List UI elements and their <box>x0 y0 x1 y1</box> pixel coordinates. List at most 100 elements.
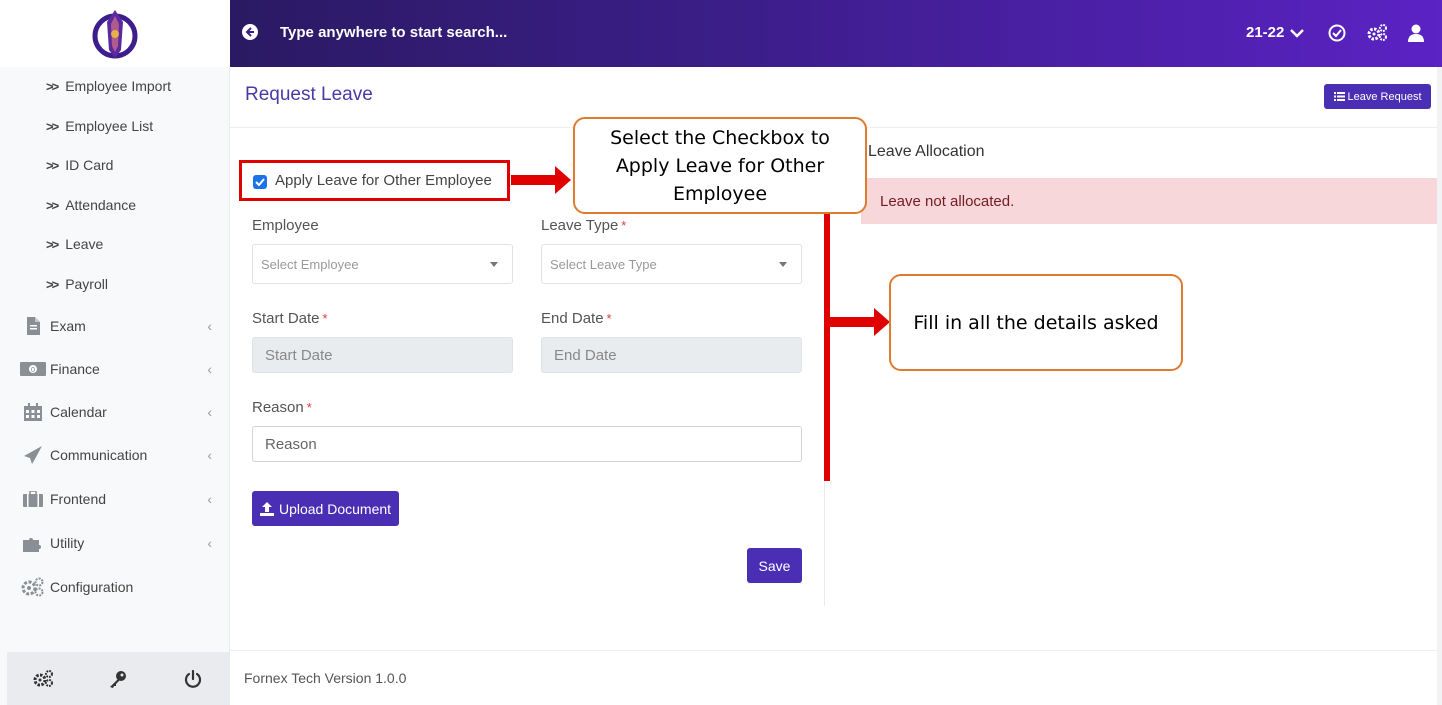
sidebar-item-label: Payroll <box>65 276 108 292</box>
checkmark-icon <box>255 178 265 186</box>
leave-allocation-title: Leave Allocation <box>868 143 985 160</box>
annotation-callout-details: Fill in all the details asked <box>889 274 1183 371</box>
footer-version: Fornex Tech Version 1.0.0 <box>244 670 407 686</box>
back-arrow-icon[interactable] <box>242 24 258 40</box>
annotation-arrow-shaft <box>511 175 555 185</box>
leave-type-label: Leave Type * <box>541 217 626 234</box>
leave-request-button[interactable]: Leave Request <box>1324 84 1431 109</box>
scroll-track <box>1437 67 1442 705</box>
user-icon[interactable] <box>1406 23 1426 43</box>
cogs-icon[interactable] <box>1367 23 1389 43</box>
sidebar-item-calendar[interactable]: Calendar ‹ <box>20 397 216 427</box>
logo[interactable] <box>0 0 230 67</box>
sidebar: >> Employee Import >> Employee List >> I… <box>0 0 230 705</box>
end-date-label-text: End Date <box>541 310 604 327</box>
upload-document-button[interactable]: Upload Document <box>252 491 399 526</box>
double-chevron-right-icon: >> <box>46 197 59 213</box>
sidebar-item-label: Exam <box>50 318 86 334</box>
briefcase-icon <box>20 489 46 509</box>
leave-type-select-placeholder: Select Leave Type <box>550 256 657 272</box>
chevron-left-icon: ‹ <box>207 535 212 551</box>
annotation-vertical-line <box>824 200 830 481</box>
required-mark: * <box>621 218 627 233</box>
apply-other-label: Apply Leave for Other Employee <box>275 172 492 189</box>
sidebar-item-employee-import[interactable]: >> Employee Import <box>46 78 171 94</box>
chevron-left-icon: ‹ <box>207 447 212 463</box>
page-title: Request Leave <box>245 84 373 105</box>
sidebar-item-label: Communication <box>50 447 148 463</box>
sidebar-item-label: Employee List <box>65 118 154 134</box>
key-icon[interactable] <box>106 667 130 691</box>
power-icon[interactable] <box>181 667 205 691</box>
search-input[interactable]: Type anywhere to start search... <box>280 24 507 41</box>
double-chevron-right-icon: >> <box>46 118 59 134</box>
caret-down-icon <box>779 262 787 267</box>
required-mark: * <box>606 311 612 326</box>
start-date-label: Start Date * <box>252 310 328 327</box>
sidebar-item-communication[interactable]: Communication ‹ <box>20 440 216 470</box>
callout-text: Fill in all the details asked <box>913 311 1159 334</box>
required-mark: * <box>306 400 312 415</box>
save-button[interactable]: Save <box>747 548 802 583</box>
session-selector[interactable]: 21-22 <box>1246 24 1305 41</box>
chevron-left-icon: ‹ <box>207 318 212 334</box>
sidebar-item-finance[interactable]: 0 Finance ‹ <box>20 354 216 384</box>
chevron-left-icon: ‹ <box>207 491 212 507</box>
session-label: 21-22 <box>1246 24 1285 41</box>
end-date-input[interactable]: End Date <box>541 337 802 373</box>
end-date-placeholder: End Date <box>554 346 617 364</box>
annotation-callout-checkbox: Select the Checkbox to Apply Leave for O… <box>573 117 867 214</box>
end-date-label: End Date * <box>541 310 612 327</box>
start-date-label-text: Start Date <box>252 310 320 327</box>
reason-input[interactable]: Reason <box>252 426 802 462</box>
employee-select[interactable]: Select Employee <box>252 244 513 284</box>
leave-type-select[interactable]: Select Leave Type <box>541 244 802 284</box>
sidebar-item-label: Attendance <box>65 197 137 213</box>
puzzle-icon <box>20 533 46 553</box>
leave-allocation-alert: Leave not allocated. <box>861 178 1442 224</box>
double-chevron-right-icon: >> <box>46 236 59 252</box>
double-chevron-right-icon: >> <box>46 78 59 94</box>
check-circle-icon[interactable] <box>1327 23 1347 43</box>
leave-request-label: Leave Request <box>1347 90 1422 103</box>
sidebar-item-label: Utility <box>50 535 85 551</box>
upload-document-label: Upload Document <box>278 500 392 517</box>
logo-icon <box>92 9 138 58</box>
calendar-icon <box>20 402 46 422</box>
sidebar-item-label: Finance <box>50 361 100 377</box>
reason-placeholder: Reason <box>265 435 317 453</box>
reason-label-text: Reason <box>252 399 304 416</box>
sidebar-item-label: Leave <box>65 236 104 252</box>
chevron-left-icon: ‹ <box>207 404 212 420</box>
topbar: Type anywhere to start search... 21-22 <box>230 0 1442 67</box>
sidebar-item-id-card[interactable]: >> ID Card <box>46 157 113 173</box>
paper-plane-icon <box>20 445 46 465</box>
reason-label: Reason * <box>252 399 312 416</box>
start-date-placeholder: Start Date <box>265 346 333 364</box>
file-icon <box>20 316 46 336</box>
sidebar-item-payroll[interactable]: >> Payroll <box>46 276 108 292</box>
apply-other-checkbox[interactable] <box>253 175 267 189</box>
sidebar-item-leave[interactable]: >> Leave <box>46 236 103 252</box>
sidebar-item-attendance[interactable]: >> Attendance <box>46 197 136 213</box>
callout-text: Select the Checkbox to Apply Leave for O… <box>610 126 830 205</box>
sidebar-item-employee-list[interactable]: >> Employee List <box>46 118 153 134</box>
sidebar-item-frontend[interactable]: Frontend ‹ <box>20 484 216 514</box>
start-date-input[interactable]: Start Date <box>252 337 513 373</box>
annotation-arrow-shaft <box>824 317 874 327</box>
cogs-icon <box>20 577 46 597</box>
cogs-icon[interactable] <box>32 667 56 691</box>
caret-down-icon <box>490 262 498 267</box>
svg-text:0: 0 <box>31 366 35 374</box>
sidebar-item-exam[interactable]: Exam ‹ <box>20 311 216 341</box>
sidebar-item-configuration[interactable]: Configuration <box>20 572 216 602</box>
sidebar-item-label: Employee Import <box>65 78 172 94</box>
chevron-down-icon <box>1290 28 1305 38</box>
sidebar-item-utility[interactable]: Utility ‹ <box>20 528 216 558</box>
sidebar-item-label: Frontend <box>50 491 107 507</box>
employee-select-placeholder: Select Employee <box>261 256 359 272</box>
sidebar-item-label: Configuration <box>50 579 134 595</box>
money-icon: 0 <box>20 359 46 379</box>
sidebar-item-label: ID Card <box>65 157 114 173</box>
double-chevron-right-icon: >> <box>46 276 59 292</box>
